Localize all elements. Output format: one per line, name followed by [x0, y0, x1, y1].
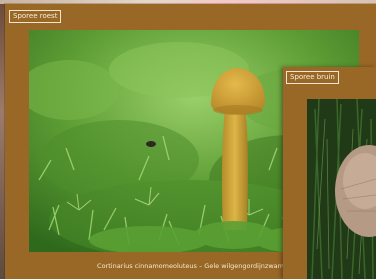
photo-card-bruin[interactable]: Sporee bruin: [283, 67, 376, 279]
mushroom-photo-second-image: [307, 99, 376, 279]
card-label-bruin[interactable]: Sporee bruin: [286, 71, 339, 84]
card-label-roest[interactable]: Sporee roest: [9, 10, 62, 23]
mushroom-photo-second[interactable]: [307, 99, 376, 279]
